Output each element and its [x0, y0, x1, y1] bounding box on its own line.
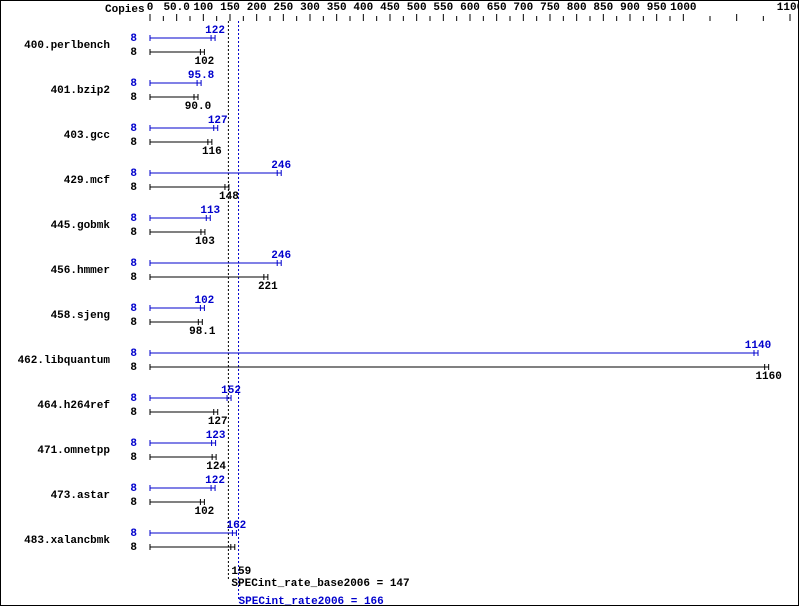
copies-peak: 8	[130, 348, 137, 360]
peak-value: 246	[271, 160, 291, 172]
axis-tick-label: 500	[407, 2, 427, 14]
peak-value: 246	[271, 250, 291, 262]
peak-value: 122	[205, 25, 225, 37]
copies-base: 8	[130, 542, 137, 554]
axis-tick-label: 650	[487, 2, 507, 14]
benchmark-name: 483.xalancbmk	[24, 535, 110, 547]
axis-tick-label: 150	[220, 2, 240, 14]
copies-base: 8	[130, 182, 137, 194]
axis-tick-label: 1000	[670, 2, 696, 14]
peak-value: 1140	[745, 340, 771, 352]
copies-base: 8	[130, 362, 137, 374]
axis-tick-label: 350	[327, 2, 347, 14]
benchmark-name: 456.hmmer	[51, 265, 110, 277]
axis-tick-label: 1100	[777, 2, 799, 14]
copies-base: 8	[130, 92, 137, 104]
benchmark-name: 462.libquantum	[18, 355, 111, 367]
base-value: 127	[208, 416, 228, 428]
copies-peak: 8	[130, 258, 137, 270]
copies-header: Copies	[105, 4, 145, 16]
benchmark-name: 445.gobmk	[51, 220, 111, 232]
axis-tick-label: 800	[567, 2, 587, 14]
benchmark-name: 471.omnetpp	[37, 445, 110, 457]
copies-base: 8	[130, 317, 137, 329]
peak-value: 95.8	[188, 70, 215, 82]
benchmark-name: 401.bzip2	[51, 85, 110, 97]
copies-base: 8	[130, 227, 137, 239]
copies-peak: 8	[130, 483, 137, 495]
peak-value: 162	[226, 520, 246, 532]
axis-tick-label: 550	[433, 2, 453, 14]
peak-value: 127	[208, 115, 228, 127]
axis-tick-label: 950	[647, 2, 667, 14]
axis-tick-label: 850	[593, 2, 613, 14]
benchmark-name: 473.astar	[51, 490, 110, 502]
axis-tick-label: 300	[300, 2, 320, 14]
axis-tick-label: 100	[193, 2, 213, 14]
peak-value: 152	[221, 385, 241, 397]
copies-base: 8	[130, 272, 137, 284]
axis-tick-label: 200	[247, 2, 267, 14]
axis-tick-label: 700	[513, 2, 533, 14]
axis-tick-label: 400	[353, 2, 373, 14]
copies-peak: 8	[130, 393, 137, 405]
peak-value: 122	[205, 475, 225, 487]
ref-base-label: SPECint_rate_base2006 = 147	[231, 578, 409, 590]
copies-base: 8	[130, 47, 137, 59]
benchmark-name: 400.perlbench	[24, 40, 110, 52]
copies-peak: 8	[130, 438, 137, 450]
benchmark-name: 458.sjeng	[51, 310, 110, 322]
base-value: 102	[194, 506, 214, 518]
copies-peak: 8	[130, 78, 137, 90]
copies-base: 8	[130, 137, 137, 149]
base-value: 116	[202, 146, 222, 158]
base-value: 148	[219, 191, 239, 203]
base-value: 221	[258, 281, 278, 293]
peak-value: 102	[194, 295, 214, 307]
peak-value: 113	[200, 205, 220, 217]
benchmark-name: 464.h264ref	[37, 400, 110, 412]
benchmark-name: 403.gcc	[64, 130, 110, 142]
spec-rate-chart: Copies0 50.0 100 150 200 250 300 350 400 450 500 55…	[0, 0, 799, 606]
base-value: 124	[206, 461, 226, 473]
base-value: 98.1	[189, 326, 216, 338]
base-value: 1160	[755, 371, 781, 383]
ref-peak-label: SPECint_rate2006 = 166	[239, 596, 384, 606]
copies-peak: 8	[130, 213, 137, 225]
axis-tick-label: 600	[460, 2, 480, 14]
axis-tick-label: 50.0	[163, 2, 189, 14]
copies-peak: 8	[130, 168, 137, 180]
axis-tick-label: 750	[540, 2, 560, 14]
peak-value: 123	[206, 430, 226, 442]
axis-tick-label: 450	[380, 2, 400, 14]
copies-peak: 8	[130, 528, 137, 540]
axis-tick-label: 0	[147, 2, 154, 14]
copies-peak: 8	[130, 123, 137, 135]
chart-border	[1, 1, 799, 606]
copies-peak: 8	[130, 33, 137, 45]
base-value: 102	[194, 56, 214, 68]
axis-tick-label: 900	[620, 2, 640, 14]
axis-tick-label: 250	[273, 2, 293, 14]
base-value: 90.0	[185, 101, 211, 113]
ref-base-extra: 159	[231, 566, 251, 578]
benchmark-name: 429.mcf	[64, 175, 111, 187]
copies-base: 8	[130, 497, 137, 509]
copies-peak: 8	[130, 303, 137, 315]
base-value: 103	[195, 236, 215, 248]
copies-base: 8	[130, 452, 137, 464]
copies-base: 8	[130, 407, 137, 419]
